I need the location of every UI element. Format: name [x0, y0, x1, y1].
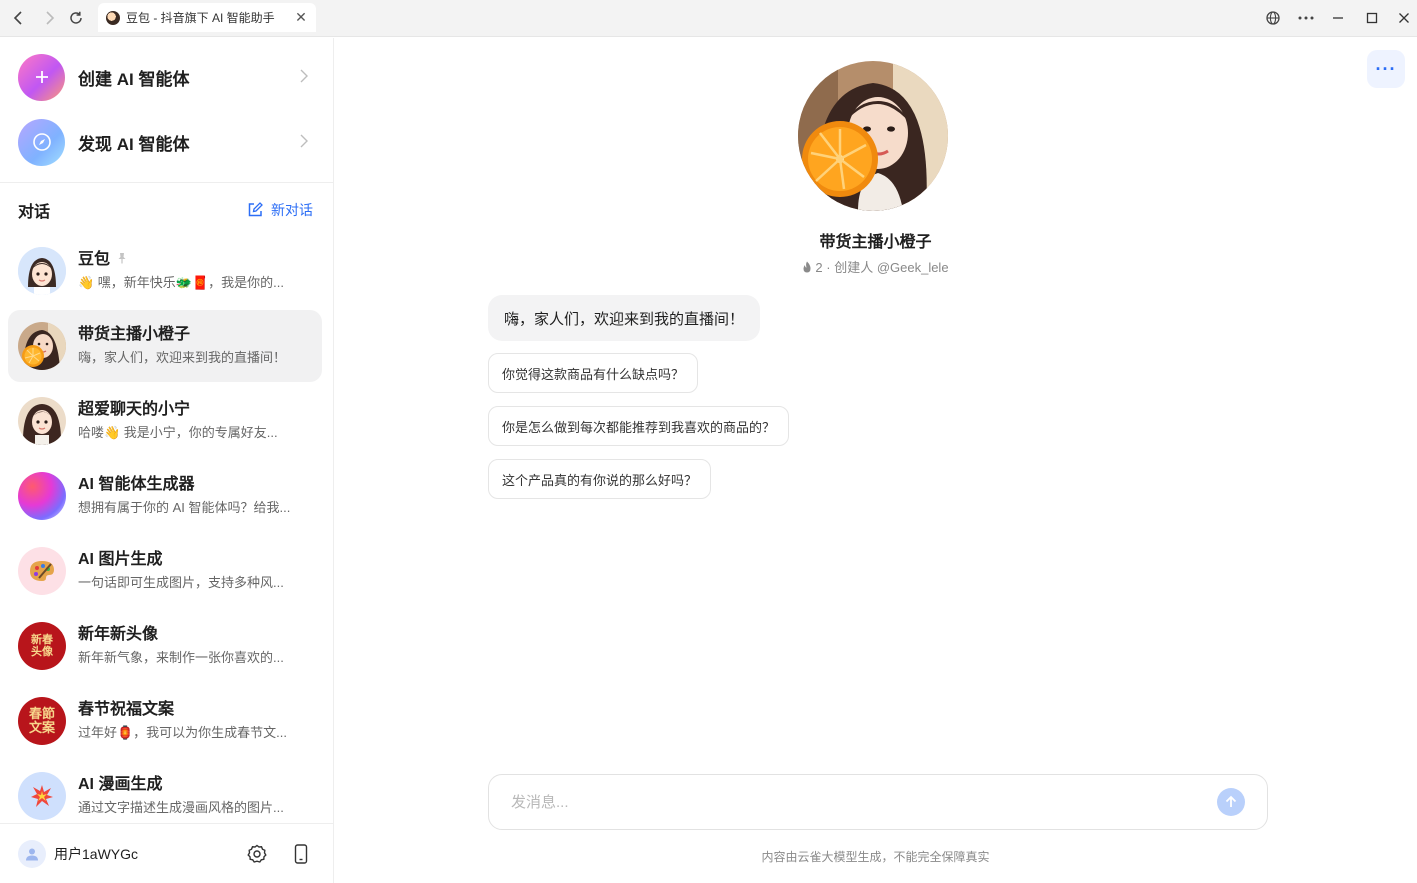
- bot-name: 带货主播小橙子: [819, 234, 932, 251]
- conversation-item-new-year-avatar[interactable]: 新春 头像 新年新头像 新年新气象，来制作一张你喜欢的...: [8, 610, 322, 682]
- bot-meta: 2 · 创建人 @Geek_lele: [334, 257, 1417, 276]
- fire-icon: [803, 261, 811, 273]
- send-button[interactable]: [1217, 788, 1245, 816]
- chevron-right-icon: [300, 132, 320, 153]
- message-input[interactable]: [511, 793, 1217, 811]
- new-chat-button[interactable]: 新对话: [247, 200, 313, 220]
- arrow-up-icon: [1225, 795, 1237, 807]
- conversation-name: 超爱聊天的小宁: [78, 401, 191, 418]
- conversation-item-image-generation[interactable]: AI 图片生成 一句话即可生成图片，支持多种风...: [8, 535, 322, 607]
- discover-agent-item[interactable]: 发现 AI 智能体: [8, 112, 326, 172]
- chat-more-button[interactable]: ···: [1367, 50, 1405, 88]
- bot-avatar: [798, 61, 948, 211]
- plus-icon: [18, 53, 65, 101]
- conversation-name: 带货主播小橙子: [78, 326, 191, 343]
- conversation-preview: 新年新气象，来制作一张你喜欢的...: [78, 650, 284, 665]
- conversation-name: AI 漫画生成: [78, 776, 163, 793]
- pin-icon: [116, 249, 128, 271]
- maximize-icon[interactable]: [1361, 7, 1383, 29]
- discover-agent-label: 发现 AI 智能体: [78, 134, 190, 154]
- browser-tab[interactable]: 豆包 - 抖音旗下 AI 智能助手 ✕: [98, 3, 316, 32]
- xiaoning-avatar: [18, 397, 66, 445]
- close-window-icon[interactable]: [1393, 7, 1415, 29]
- conversation-preview: 过年好🏮，我可以为你生成春节文...: [78, 725, 288, 740]
- conversations-heading: 对话: [18, 204, 51, 221]
- gradient-orb-avatar: [18, 472, 66, 520]
- conversation-item-orange-host[interactable]: 带货主播小橙子 嗨，家人们，欢迎来到我的直播间！: [8, 310, 322, 382]
- back-icon[interactable]: [8, 7, 30, 29]
- more-menu-icon[interactable]: [1295, 7, 1317, 29]
- conversation-preview: 哈喽👋 我是小宁，你的专属好友...: [78, 425, 278, 440]
- more-dots-icon: ···: [1375, 58, 1397, 79]
- suggested-question[interactable]: 你觉得这款商品有什么缺点吗？: [488, 353, 699, 393]
- conversation-item-doubao[interactable]: 豆包 👋 嘿，新年快乐🐲🧧，我是你的...: [8, 235, 322, 307]
- spring-festival-avatar: 春節 文案: [18, 697, 66, 745]
- conversation-preview: 一句话即可生成图片，支持多种风...: [78, 575, 284, 590]
- conversation-name: 春节祝福文案: [78, 701, 175, 718]
- edit-icon: [248, 202, 263, 217]
- mobile-icon[interactable]: [290, 843, 312, 865]
- conversation-name: AI 图片生成: [78, 551, 163, 568]
- reload-icon[interactable]: [65, 7, 87, 29]
- suggested-question[interactable]: 你是怎么做到每次都能推荐到我喜欢的商品的？: [488, 406, 790, 446]
- conversation-name: 新年新头像: [78, 626, 159, 643]
- conversation-item-spring-festival[interactable]: 春節 文案 春节祝福文案 过年好🏮，我可以为你生成春节文...: [8, 685, 322, 757]
- user-avatar[interactable]: [18, 839, 46, 868]
- ai-disclaimer: 内容由云雀大模型生成，不能完全保障真实: [761, 850, 990, 864]
- chat-main: ··· 带货主播小橙子 2 · 创建人 @Geek_lele 嗨，家人们，欢迎来…: [334, 38, 1417, 883]
- orange-girl-avatar: [18, 322, 66, 370]
- minimize-icon[interactable]: [1327, 7, 1349, 29]
- new-year-avatar: 新春 头像: [18, 622, 66, 670]
- conversation-item-agent-generator[interactable]: AI 智能体生成器 想拥有属于你的 AI 智能体吗？给我...: [8, 460, 322, 532]
- new-chat-label: 新对话: [271, 202, 313, 218]
- conversation-name: AI 智能体生成器: [78, 476, 195, 493]
- conversation-preview: 👋 嘿，新年快乐🐲🧧，我是你的...: [78, 275, 285, 290]
- explosion-icon: [31, 785, 53, 807]
- tab-close-icon[interactable]: ✕: [294, 9, 308, 26]
- tab-title: 豆包 - 抖音旗下 AI 智能助手: [126, 11, 275, 25]
- conversation-preview: 想拥有属于你的 AI 智能体吗？给我...: [78, 500, 291, 515]
- sidebar-divider: [0, 182, 334, 183]
- palette-icon: [30, 561, 54, 581]
- compass-icon: [18, 118, 65, 166]
- avatar-text: 新春 头像: [31, 634, 53, 658]
- conversation-item-xiaoning[interactable]: 超爱聊天的小宁 哈喽👋 我是小宁，你的专属好友...: [8, 385, 322, 457]
- user-icon: [26, 848, 38, 860]
- avatar-text: 春節 文案: [28, 706, 55, 735]
- message-composer: [488, 774, 1268, 830]
- tab-favicon-icon: [106, 10, 120, 25]
- sidebar-footer: 用户1aWYGc: [0, 823, 334, 883]
- globe-icon[interactable]: [1262, 7, 1284, 29]
- conversation-preview: 嗨，家人们，欢迎来到我的直播间！: [78, 350, 287, 365]
- sidebar: 创建 AI 智能体 发现 AI 智能体 对话 新对话 豆包 👋 嘿，新年快乐🐲🧧…: [0, 38, 334, 883]
- forward-icon[interactable]: [38, 7, 60, 29]
- create-agent-label: 创建 AI 智能体: [78, 69, 190, 89]
- palette-avatar: [18, 547, 66, 595]
- comic-avatar: [18, 772, 66, 820]
- settings-icon[interactable]: [246, 843, 268, 865]
- title-bar: 豆包 - 抖音旗下 AI 智能助手 ✕: [0, 0, 1417, 37]
- username[interactable]: 用户1aWYGc: [54, 844, 246, 864]
- chevron-right-icon: [300, 67, 320, 88]
- greeting-message: 嗨，家人们，欢迎来到我的直播间！: [488, 295, 761, 341]
- conversation-name: 豆包: [78, 251, 111, 268]
- conversation-preview: 通过文字描述生成漫画风格的图片...: [78, 800, 284, 815]
- create-agent-item[interactable]: 创建 AI 智能体: [8, 47, 326, 107]
- bot-meta-text: 2 · 创建人 @Geek_lele: [815, 260, 949, 275]
- doubao-avatar: [18, 247, 66, 295]
- suggested-question[interactable]: 这个产品真的有你说的那么好吗？: [488, 459, 712, 499]
- conversation-item-comic-generation[interactable]: AI 漫画生成 通过文字描述生成漫画风格的图片...: [8, 760, 322, 832]
